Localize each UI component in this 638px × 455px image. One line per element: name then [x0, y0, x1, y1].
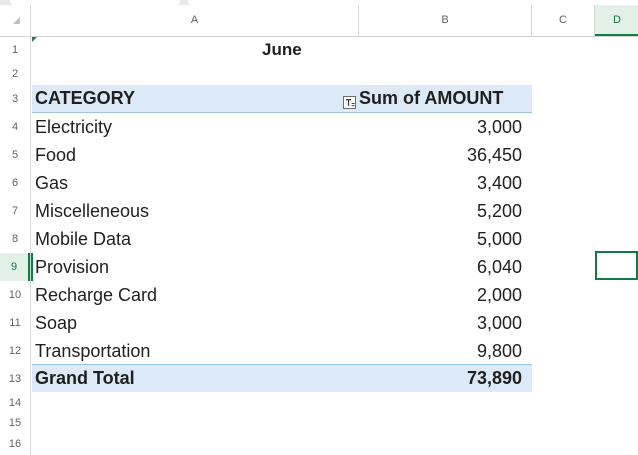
amount-cell[interactable]: 36,450 — [359, 141, 522, 169]
amount-cell[interactable]: 9,800 — [359, 337, 522, 365]
row-header-11[interactable]: 11 — [0, 309, 30, 337]
row-header-12[interactable]: 12 — [0, 337, 30, 365]
row-header-3[interactable]: 3 — [0, 85, 30, 113]
amount-cell[interactable]: 6,040 — [359, 253, 522, 281]
column-header-c[interactable]: C — [532, 5, 595, 36]
row-header-16[interactable]: 16 — [0, 434, 30, 455]
filter-dropdown-button[interactable] — [343, 96, 356, 109]
amount-cell[interactable]: 3,400 — [359, 169, 522, 197]
spreadsheet-grid: A B C D 1 2 3 4 5 6 7 8 9 10 11 12 13 14… — [0, 0, 638, 455]
row-header-9[interactable]: 9 — [0, 253, 30, 281]
category-cell[interactable]: Miscelleneous — [35, 197, 149, 225]
category-cell[interactable]: Gas — [35, 169, 68, 197]
active-cell-d9[interactable] — [595, 251, 638, 280]
select-all-button[interactable] — [0, 5, 31, 36]
column-header-a[interactable]: A — [31, 5, 359, 36]
filter-dropdown-icon — [346, 99, 355, 107]
grand-total-label[interactable]: Grand Total — [35, 365, 135, 392]
row-header-1[interactable]: 1 — [0, 37, 30, 63]
category-cell[interactable]: Electricity — [35, 113, 112, 141]
cell-indicator-icon — [32, 37, 37, 42]
pivot-header-category[interactable]: CATEGORY — [35, 85, 135, 112]
row-headers: 1 2 3 4 5 6 7 8 9 10 11 12 13 14 15 16 — [0, 37, 31, 455]
row-header-7[interactable]: 7 — [0, 197, 30, 225]
grand-total-value[interactable]: 73,890 — [359, 365, 522, 392]
category-cell[interactable]: Food — [35, 141, 76, 169]
row-header-10[interactable]: 10 — [0, 281, 30, 309]
category-cell[interactable]: Transportation — [35, 337, 150, 365]
pivot-title[interactable]: June — [262, 37, 302, 63]
row-header-4[interactable]: 4 — [0, 113, 30, 141]
category-cell[interactable]: Mobile Data — [35, 225, 131, 253]
amount-cell[interactable]: 2,000 — [359, 281, 522, 309]
row-header-8[interactable]: 8 — [0, 225, 30, 253]
row-header-5[interactable]: 5 — [0, 141, 30, 169]
amount-cell[interactable]: 5,200 — [359, 197, 522, 225]
category-cell[interactable]: Provision — [35, 253, 109, 281]
row-header-6[interactable]: 6 — [0, 169, 30, 197]
amount-cell[interactable]: 5,000 — [359, 225, 522, 253]
amount-cell[interactable]: 3,000 — [359, 309, 522, 337]
selected-row-marker — [31, 253, 33, 281]
amount-cell[interactable]: 3,000 — [359, 113, 522, 141]
category-cell[interactable]: Recharge Card — [35, 281, 157, 309]
select-all-triangle-icon — [13, 17, 20, 24]
column-headers: A B C D — [0, 5, 638, 37]
row-header-14[interactable]: 14 — [0, 393, 30, 413]
column-header-d[interactable]: D — [595, 5, 638, 36]
row-header-13[interactable]: 13 — [0, 365, 30, 393]
column-header-b[interactable]: B — [359, 5, 532, 36]
category-cell[interactable]: Soap — [35, 309, 77, 337]
row-header-2[interactable]: 2 — [0, 63, 30, 85]
row-header-15[interactable]: 15 — [0, 413, 30, 434]
pivot-header-sum[interactable]: Sum of AMOUNT — [359, 85, 511, 112]
